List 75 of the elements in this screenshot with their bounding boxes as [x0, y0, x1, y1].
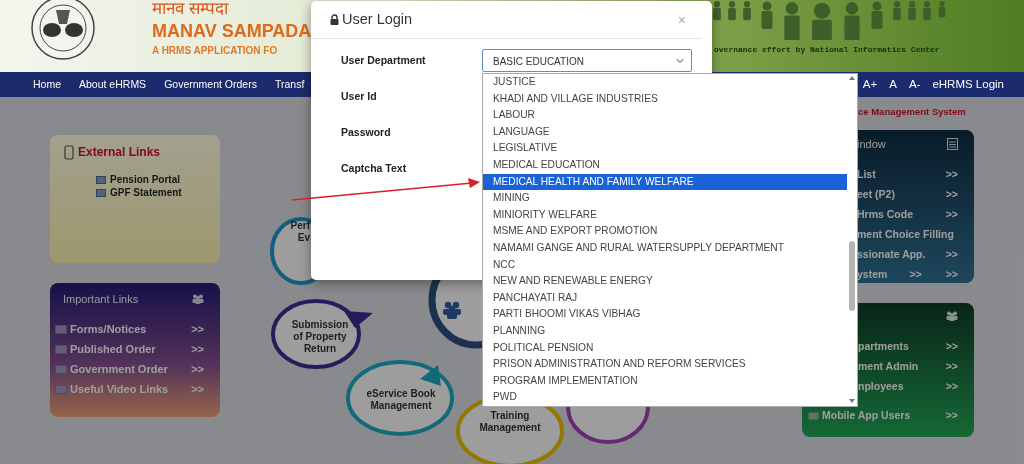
- dropdown-option[interactable]: MSME AND EXPORT PROMOTION: [483, 223, 847, 240]
- department-select[interactable]: BASIC EDUCATION: [482, 49, 692, 72]
- dropdown-option[interactable]: PARTI BHOOMI VIKAS VIBHAG: [483, 306, 847, 323]
- window-link[interactable]: eet (P2) >>: [857, 184, 958, 205]
- nav-link[interactable]: Home: [33, 76, 61, 93]
- phone-icon: [64, 144, 74, 160]
- dialog-title: User Login: [342, 9, 413, 29]
- dropdown-option[interactable]: NEW AND RENEWABLE ENERGY: [483, 273, 847, 290]
- bubble-text: Submission of Property Return: [291, 319, 349, 354]
- bubble-text: eService Book Management: [366, 388, 436, 411]
- dropdown-option[interactable]: NAMAMI GANGE AND RURAL WATERSUPPLY DEPARTMENT: [483, 239, 847, 257]
- calendar-icon: [55, 385, 67, 394]
- field-label: Captcha Text: [341, 161, 408, 176]
- dropdown-option[interactable]: MINING: [483, 190, 847, 207]
- dropdown-option[interactable]: NCC: [483, 256, 847, 274]
- calendar-icon: [55, 325, 67, 334]
- bubble-text: Perf Ev: [290, 220, 310, 243]
- field-label: User Department: [341, 53, 427, 68]
- calendar-icon: [808, 412, 819, 420]
- nav-link[interactable]: Government Orders: [164, 76, 257, 93]
- dropdown-option[interactable]: PWD: [483, 389, 847, 406]
- important-link[interactable]: Published Order >>: [55, 339, 204, 360]
- important-link[interactable]: Forms/Notices >>: [55, 319, 204, 340]
- panel-title: External Links: [78, 144, 161, 161]
- dropdown-option[interactable]: PROGRAM IMPLEMENTATION: [483, 372, 847, 390]
- scroll-down-icon[interactable]: [849, 399, 855, 403]
- list-icon: [947, 138, 958, 151]
- nav-link[interactable]: About eHRMS: [79, 76, 147, 93]
- font-size-link[interactable]: A: [889, 75, 897, 94]
- dropdown-option[interactable]: LANGUAGE: [483, 123, 847, 141]
- emblem-drawing: [30, 0, 96, 62]
- external-link[interactable]: Pension Portal: [96, 173, 220, 186]
- scroll-up-icon[interactable]: [849, 76, 855, 80]
- window-link[interactable]: List >>: [857, 164, 958, 185]
- calendar-icon: [55, 365, 67, 374]
- dropdown-option[interactable]: LEGISLATIVE: [483, 140, 847, 157]
- hindi-title: मानव सम्पदा: [152, 0, 230, 17]
- window-link[interactable]: Hrms Code >>: [857, 204, 958, 225]
- dropdown-option[interactable]: JUSTICE: [483, 74, 847, 91]
- admin-panel-link[interactable]: ment Admin >>: [858, 357, 958, 377]
- login-link[interactable]: eHRMS Login: [932, 75, 1004, 94]
- people-icon: [946, 311, 958, 321]
- dropdown-option[interactable]: PANCHAYATI RAJ: [483, 289, 847, 307]
- external-link[interactable]: GPF Statement: [96, 186, 220, 199]
- tagline: overnance effort by National Informatics Center: [714, 44, 940, 56]
- admin-panel-link[interactable]: nployees >>: [858, 377, 958, 397]
- important-link[interactable]: Government Order >>: [55, 359, 204, 380]
- font-size-link[interactable]: A-: [908, 75, 921, 94]
- site-subtitle: A HRMS APPLICATION FO: [152, 46, 279, 56]
- field-label: Password: [341, 125, 392, 140]
- lock-icon: [330, 14, 339, 25]
- dropdown-option[interactable]: MEDICAL EDUCATION: [483, 156, 847, 174]
- panel-title: Important Links: [62, 292, 139, 307]
- window-link[interactable]: ment Choice Filling: [857, 224, 958, 245]
- site-title: MANAV SAMPADA: [152, 22, 312, 40]
- dropdown-option[interactable]: LABOUR: [483, 107, 847, 124]
- field-label: User Id: [341, 89, 378, 104]
- dropdown-option[interactable]: KHADI AND VILLAGE INDUSTRIES: [483, 90, 847, 108]
- people-icon: [443, 301, 461, 319]
- nav-link[interactable]: Transf: [274, 76, 305, 93]
- dropdown-option[interactable]: MEDICAL HEALTH AND FAMILY WELFARE: [483, 173, 847, 191]
- dropdown-option[interactable]: POLITICAL PENSION: [483, 339, 847, 357]
- scrollbar-thumb[interactable]: [849, 241, 855, 311]
- admin-panel-link[interactable]: partments >>: [858, 337, 958, 357]
- window-link[interactable]: ssionate App. >>: [857, 244, 958, 265]
- bubble-text: Training Management: [479, 410, 541, 433]
- window-link[interactable]: ystem >> >>: [857, 264, 958, 285]
- panel-title: indow: [857, 137, 886, 152]
- dropdown-option[interactable]: PLANNING: [483, 322, 847, 340]
- dropdown-option[interactable]: PRISON ADMINISTRATION AND REFORM SERVICES: [483, 356, 847, 373]
- calendar-icon: [55, 345, 67, 354]
- dropdown-option[interactable]: MINIORITY WELFARE: [483, 206, 847, 224]
- people-icon: [192, 294, 204, 305]
- font-size-link[interactable]: A+: [862, 75, 878, 94]
- marquee-text: ce Management System: [857, 105, 967, 117]
